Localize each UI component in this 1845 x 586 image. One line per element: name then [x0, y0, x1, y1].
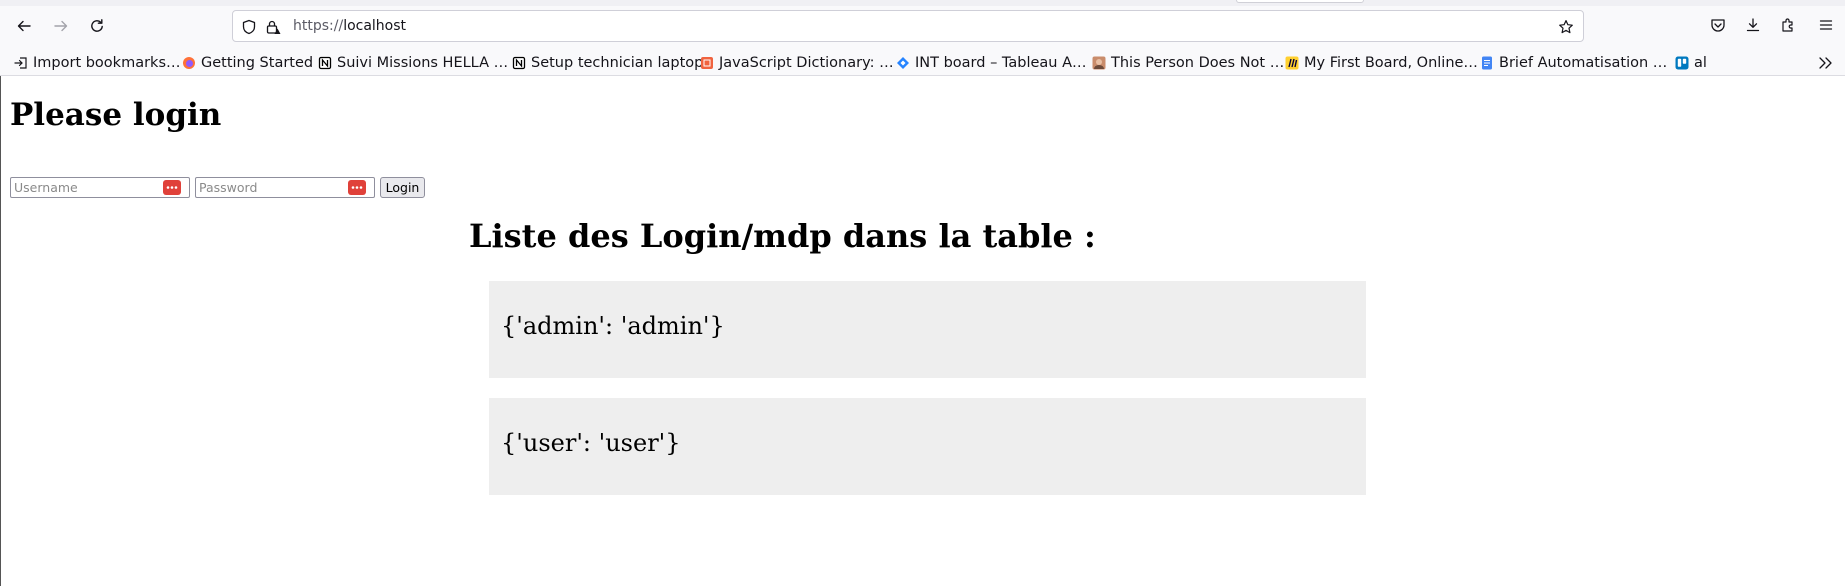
- miro-icon: [1285, 56, 1299, 70]
- username-input[interactable]: [14, 179, 164, 196]
- page-content: Please login Login Liste des Login/mdp d…: [0, 76, 1845, 586]
- bookmark-label: al: [1694, 55, 1707, 71]
- notion-icon: [318, 56, 332, 70]
- bookmark-js-dictionary[interactable]: JavaScript Dictionary: …: [700, 53, 894, 73]
- bookmark-label: JavaScript Dictionary: …: [719, 55, 894, 71]
- bookmark-al[interactable]: al: [1675, 53, 1707, 73]
- password-input[interactable]: [199, 179, 349, 196]
- bookmark-label: Setup technician laptop: [531, 55, 704, 71]
- import-icon: [14, 56, 28, 70]
- login-button[interactable]: Login: [380, 177, 425, 198]
- credential-item: {'admin': 'admin'}: [489, 281, 1366, 378]
- password-field[interactable]: [195, 177, 375, 198]
- back-button[interactable]: [11, 13, 37, 39]
- credentials-list-title: Liste des Login/mdp dans la table :: [469, 217, 1096, 255]
- bookmark-label: Brief Automatisation …: [1499, 55, 1668, 71]
- bookmark-label: Import bookmarks…: [33, 55, 181, 71]
- bookmark-this-person[interactable]: This Person Does Not …: [1092, 53, 1284, 73]
- password-manager-icon[interactable]: [163, 180, 181, 195]
- page-title: Please login: [10, 97, 222, 133]
- menu-button[interactable]: [1815, 14, 1837, 36]
- bookmark-getting-started[interactable]: Getting Started: [182, 53, 313, 73]
- credential-text: {'admin': 'admin'}: [501, 312, 725, 340]
- credential-item: {'user': 'user'}: [489, 398, 1366, 495]
- address-bar[interactable]: https://localhost: [232, 10, 1584, 42]
- firefox-icon: [182, 56, 196, 70]
- forward-arrow-icon: [54, 20, 68, 32]
- pocket-button[interactable]: [1707, 14, 1729, 36]
- js-dictionary-icon: [700, 56, 714, 70]
- bookmark-label: My First Board, Online…: [1304, 55, 1478, 71]
- forward-button[interactable]: [48, 13, 74, 39]
- credential-text: {'user': 'user'}: [501, 429, 681, 457]
- bookmarks-overflow-chevron-icon[interactable]: [1817, 56, 1833, 70]
- trello-icon: [1675, 56, 1689, 70]
- reload-button[interactable]: [84, 13, 110, 39]
- password-manager-icon[interactable]: [348, 180, 366, 195]
- bookmark-star-icon[interactable]: [1558, 19, 1574, 35]
- bookmark-import[interactable]: Import bookmarks…: [14, 53, 181, 73]
- bookmark-int-board[interactable]: INT board – Tableau A…: [896, 53, 1087, 73]
- notion-icon: [512, 56, 526, 70]
- bookmark-label: Getting Started: [201, 55, 314, 71]
- puzzle-icon: [1782, 18, 1793, 32]
- bookmark-label: INT board – Tableau A…: [915, 55, 1087, 71]
- bookmarks-toolbar: Import bookmarks… Getting Started Suivi …: [0, 49, 1845, 76]
- bookmark-brief-automatisation[interactable]: Brief Automatisation …: [1480, 53, 1667, 73]
- doc-icon: [1480, 56, 1494, 70]
- url-host: localhost: [343, 18, 407, 34]
- url-text[interactable]: https://localhost: [293, 18, 406, 34]
- tab-strip: [0, 0, 1845, 6]
- jira-icon: [896, 56, 910, 70]
- bookmark-my-first-board[interactable]: My First Board, Online…: [1285, 53, 1478, 73]
- bookmark-setup-laptop[interactable]: Setup technician laptop: [512, 53, 703, 73]
- username-field[interactable]: [10, 177, 190, 198]
- downloads-button[interactable]: [1742, 14, 1764, 36]
- tracking-protection-shield-icon[interactable]: [241, 19, 257, 35]
- bookmark-suivi-missions[interactable]: Suivi Missions HELLA …: [318, 53, 508, 73]
- hamburger-menu-icon: [1819, 20, 1833, 30]
- tab-edge: [1236, 0, 1364, 3]
- download-icon: [1746, 18, 1760, 32]
- bookmark-label: Suivi Missions HELLA …: [337, 55, 509, 71]
- pocket-icon: [1711, 19, 1725, 32]
- face-icon: [1092, 56, 1106, 70]
- lock-warning-icon[interactable]: [265, 19, 281, 35]
- extensions-button[interactable]: [1777, 14, 1799, 36]
- url-protocol: https://: [293, 18, 344, 34]
- bookmark-label: This Person Does Not …: [1111, 55, 1285, 71]
- browser-toolbar: https://localhost: [0, 0, 1845, 51]
- back-arrow-icon: [17, 20, 31, 32]
- reload-icon: [91, 19, 103, 32]
